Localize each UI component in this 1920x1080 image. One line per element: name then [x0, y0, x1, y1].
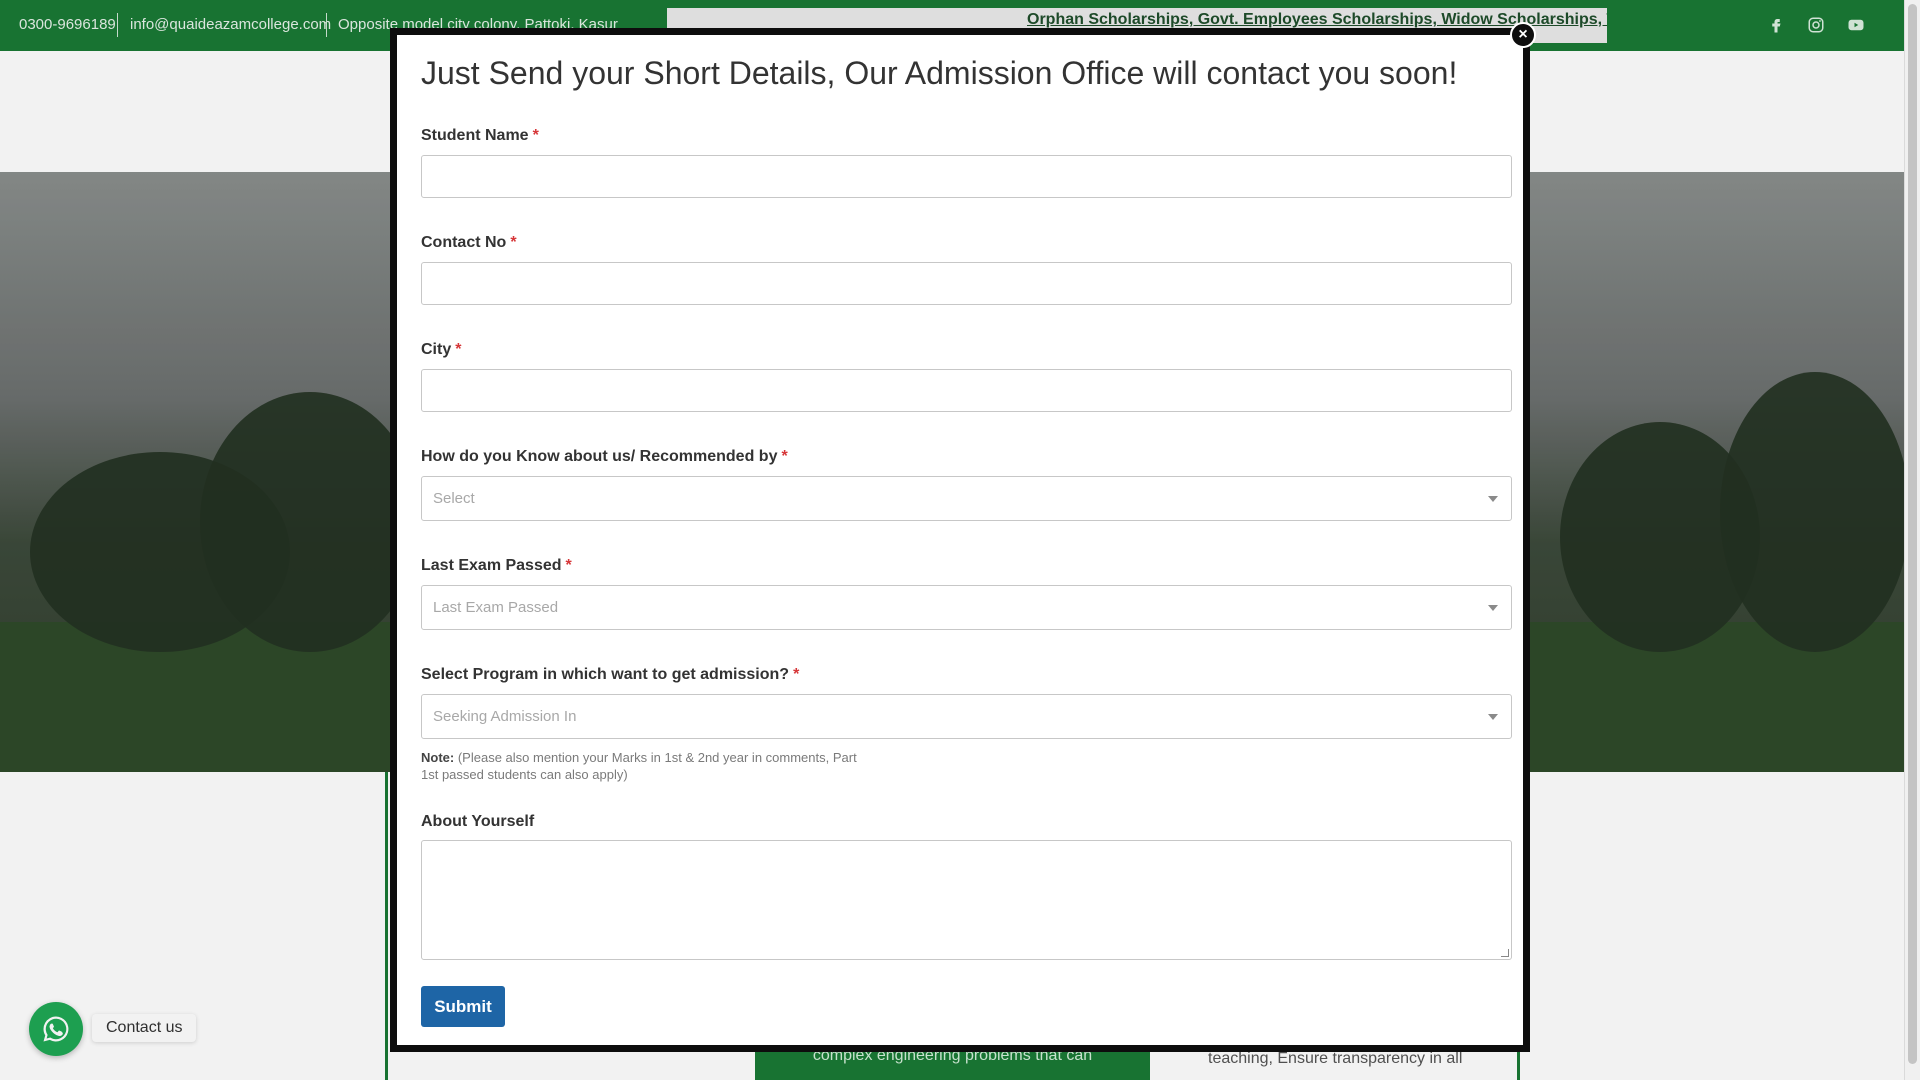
select-placeholder: Last Exam Passed — [433, 599, 559, 616]
required-mark: * — [781, 448, 788, 465]
last-exam-label: Last Exam Passed * — [421, 557, 572, 575]
scrollbar-thumb[interactable] — [1908, 4, 1917, 1064]
label-text: Contact No — [421, 234, 507, 251]
required-mark: * — [793, 666, 800, 683]
page-scrollbar[interactable] — [1904, 0, 1920, 1080]
contact-no-input[interactable] — [421, 262, 1512, 305]
label-text: How do you Know about us/ Recommended by — [421, 448, 778, 465]
note-label: Note: — [421, 750, 455, 765]
contact-no-label: Contact No * — [421, 234, 517, 252]
submit-button[interactable]: Submit — [421, 986, 505, 1027]
modal-title: Just Send your Short Details, Our Admiss… — [421, 55, 1458, 91]
select-placeholder: Select — [433, 490, 475, 507]
label-text: City — [421, 341, 452, 358]
last-exam-select[interactable]: Last Exam Passed — [421, 585, 1512, 630]
chevron-down-icon — [1488, 496, 1498, 502]
chevron-down-icon — [1488, 714, 1498, 720]
city-input[interactable] — [421, 369, 1512, 412]
label-text: Student Name — [421, 127, 529, 144]
resize-handle-icon[interactable] — [1501, 949, 1509, 957]
note-text: (Please also mention your Marks in 1st &… — [421, 750, 857, 782]
about-yourself-textarea[interactable] — [421, 840, 1512, 960]
label-text: Last Exam Passed — [421, 557, 562, 574]
chevron-down-icon — [1488, 605, 1498, 611]
required-mark: * — [565, 557, 572, 574]
student-name-input[interactable] — [421, 155, 1512, 198]
recommended-by-select[interactable]: Select — [421, 476, 1512, 521]
required-mark: * — [510, 234, 517, 251]
city-label: City * — [421, 341, 461, 359]
program-select[interactable]: Seeking Admission In — [421, 694, 1512, 739]
label-text: Select Program in which want to get admi… — [421, 666, 790, 683]
required-mark: * — [455, 341, 462, 358]
admission-note: Note: (Please also mention your Marks in… — [421, 749, 861, 783]
admission-modal: Just Send your Short Details, Our Admiss… — [390, 28, 1530, 1052]
about-yourself-label: About Yourself — [421, 813, 535, 830]
program-label: Select Program in which want to get admi… — [421, 666, 799, 684]
required-mark: * — [532, 127, 539, 144]
student-name-label: Student Name * — [421, 127, 539, 145]
select-placeholder: Seeking Admission In — [433, 708, 577, 725]
recommended-by-label: How do you Know about us/ Recommended by… — [421, 448, 788, 466]
close-icon[interactable]: × — [1510, 22, 1536, 48]
